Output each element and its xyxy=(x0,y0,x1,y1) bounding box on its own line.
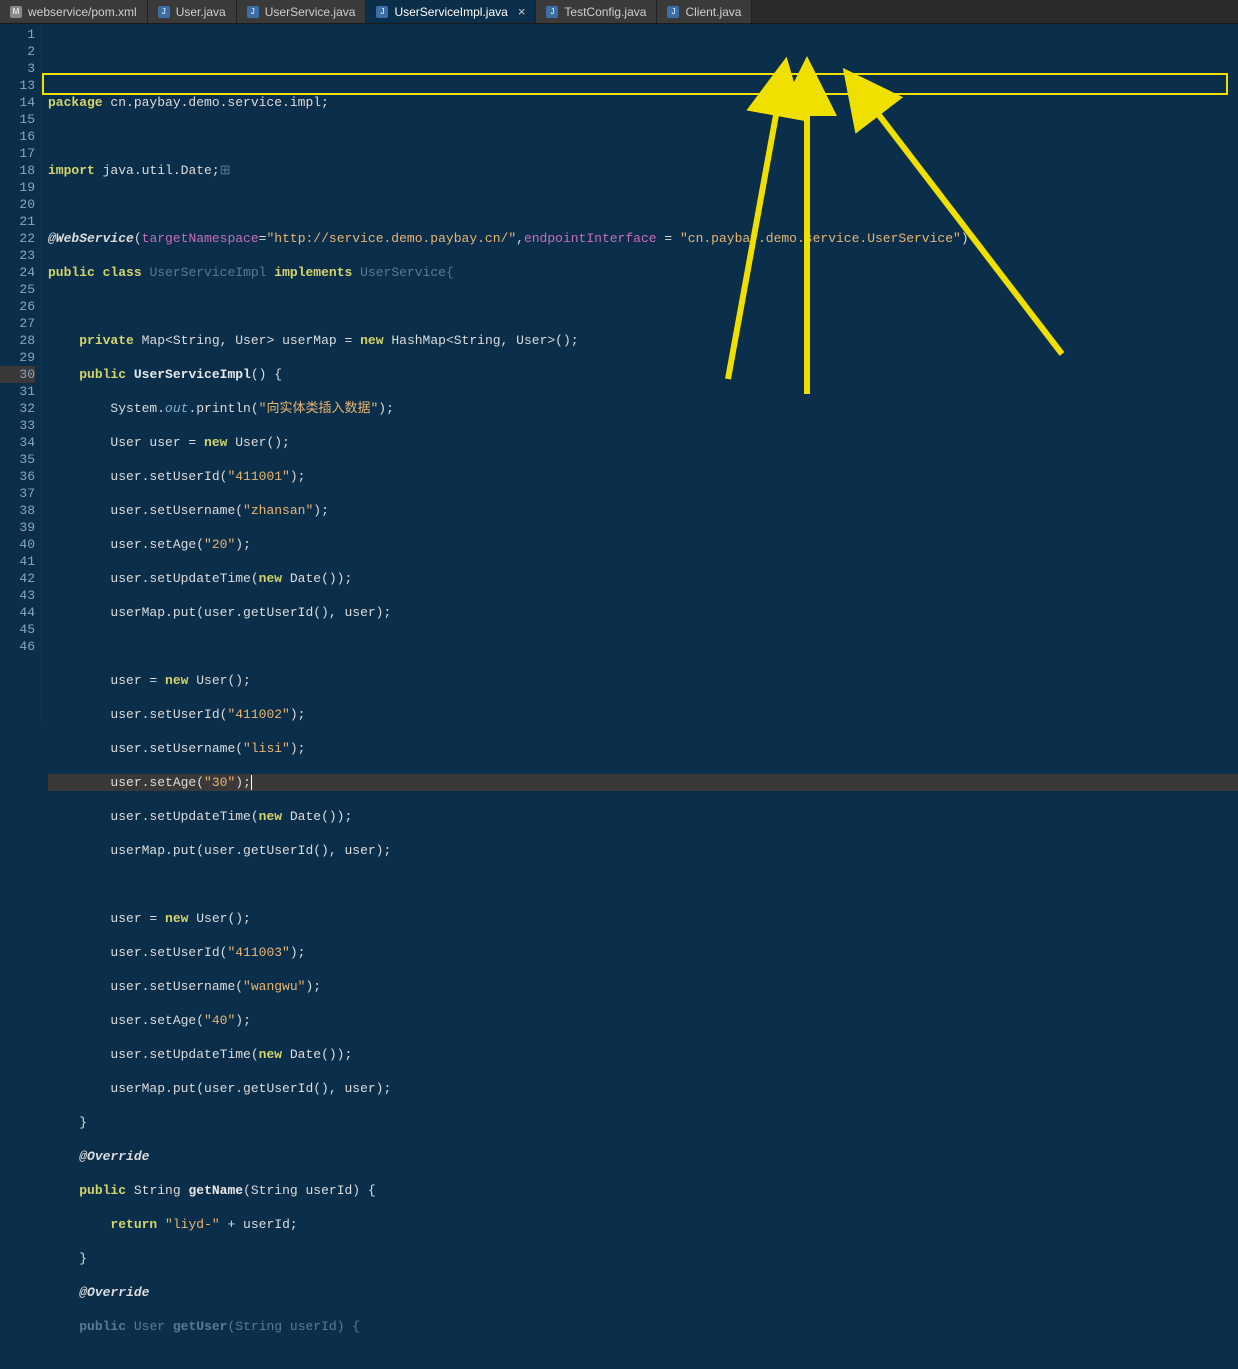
line-gutter: 1231314151617181920212223242526272829303… xyxy=(0,24,42,722)
code-line: System.out.println("向实体类插入数据"); xyxy=(48,400,1238,417)
line-number: 22 xyxy=(0,230,35,247)
tab-label: webservice/pom.xml xyxy=(28,5,137,19)
java-file-icon: J xyxy=(376,6,388,18)
line-number: 41 xyxy=(0,553,35,570)
close-icon[interactable]: × xyxy=(518,4,526,19)
java-file-icon: J xyxy=(158,6,170,18)
code-line: public User getUser(String userId) { xyxy=(48,1318,1238,1335)
code-line: public class UserServiceImpl implements … xyxy=(48,264,1238,281)
line-number: 16 xyxy=(0,128,35,145)
code-line: user.setUsername("wangwu"); xyxy=(48,978,1238,995)
tab-label: TestConfig.java xyxy=(564,5,646,19)
line-number: 34 xyxy=(0,434,35,451)
code-line: user.setUserId("411001"); xyxy=(48,468,1238,485)
editor-tab[interactable]: J TestConfig.java xyxy=(536,0,657,23)
java-file-icon: J xyxy=(546,6,558,18)
editor-tab[interactable]: Mwebservice/pom.xml xyxy=(0,0,148,23)
line-number: 38 xyxy=(0,502,35,519)
code-line: @WebService(targetNamespace="http://serv… xyxy=(48,230,1238,247)
editor-tabs: Mwebservice/pom.xml J User.java J UserServic… xyxy=(0,0,1238,24)
tab-label: UserServiceImpl.java xyxy=(394,5,507,19)
code-line xyxy=(48,196,1238,213)
code-line: @Override xyxy=(48,1148,1238,1165)
line-number: 20 xyxy=(0,196,35,213)
line-number: 3 xyxy=(0,60,35,77)
line-number: 2 xyxy=(0,43,35,60)
tab-label: User.java xyxy=(176,5,226,19)
line-number: 31 xyxy=(0,383,35,400)
line-number: 27 xyxy=(0,315,35,332)
code-line: user.setAge("20"); xyxy=(48,536,1238,553)
code-line: userMap.put(user.getUserId(), user); xyxy=(48,604,1238,621)
line-number: 17 xyxy=(0,145,35,162)
xml-file-icon: M xyxy=(10,6,22,18)
code-line: return "liyd-" + userId; xyxy=(48,1216,1238,1233)
code-line: user.setAge("40"); xyxy=(48,1012,1238,1029)
line-number: 24 xyxy=(0,264,35,281)
tab-label: Client.java xyxy=(685,5,741,19)
line-number: 1 xyxy=(0,26,35,43)
line-number: 35 xyxy=(0,451,35,468)
line-number: 15 xyxy=(0,111,35,128)
line-number: 45 xyxy=(0,621,35,638)
editor-tab[interactable]: J UserServiceImpl.java × xyxy=(366,0,536,23)
line-number: 18 xyxy=(0,162,35,179)
code-line: package cn.paybay.demo.service.impl; xyxy=(48,94,1238,111)
tab-label: UserService.java xyxy=(265,5,356,19)
line-number: 30 xyxy=(0,366,35,383)
code-line xyxy=(48,638,1238,655)
line-number: 39 xyxy=(0,519,35,536)
line-number: 19 xyxy=(0,179,35,196)
editor-tab[interactable]: J UserService.java xyxy=(237,0,367,23)
code-line: @Override xyxy=(48,1284,1238,1301)
line-number: 42 xyxy=(0,570,35,587)
code-line: public UserServiceImpl() { xyxy=(48,366,1238,383)
line-number: 46 xyxy=(0,638,35,655)
line-number: 44 xyxy=(0,604,35,621)
code-line: user.setUpdateTime(new Date()); xyxy=(48,808,1238,825)
code-line xyxy=(48,876,1238,893)
line-number: 32 xyxy=(0,400,35,417)
code-line: user.setUpdateTime(new Date()); xyxy=(48,1046,1238,1063)
editor-tab[interactable]: J Client.java xyxy=(657,0,752,23)
line-number: 26 xyxy=(0,298,35,315)
line-number: 36 xyxy=(0,468,35,485)
editor-tab[interactable]: J User.java xyxy=(148,0,237,23)
code-line: userMap.put(user.getUserId(), user); xyxy=(48,842,1238,859)
code-line: user = new User(); xyxy=(48,672,1238,689)
code-line: userMap.put(user.getUserId(), user); xyxy=(48,1080,1238,1097)
line-number: 37 xyxy=(0,485,35,502)
code-line xyxy=(48,298,1238,315)
code-line: user.setUsername("zhansan"); xyxy=(48,502,1238,519)
code-line: User user = new User(); xyxy=(48,434,1238,451)
code-line: } xyxy=(48,1250,1238,1267)
line-number: 23 xyxy=(0,247,35,264)
line-number: 43 xyxy=(0,587,35,604)
code-area[interactable]: package cn.paybay.demo.service.impl; imp… xyxy=(42,24,1238,722)
code-line: user.setUserId("411002"); xyxy=(48,706,1238,723)
line-number: 14 xyxy=(0,94,35,111)
code-line: user.setUserId("411003"); xyxy=(48,944,1238,961)
line-number: 29 xyxy=(0,349,35,366)
code-line: private Map<String, User> userMap = new … xyxy=(48,332,1238,349)
line-number: 33 xyxy=(0,417,35,434)
line-number: 40 xyxy=(0,536,35,553)
code-line: import java.util.Date;⊞ xyxy=(48,162,1238,179)
code-line-current: user.setAge("30"); xyxy=(48,774,1238,791)
java-file-icon: J xyxy=(247,6,259,18)
line-number: 28 xyxy=(0,332,35,349)
code-line: user = new User(); xyxy=(48,910,1238,927)
line-number: 13 xyxy=(0,77,35,94)
code-editor[interactable]: 1231314151617181920212223242526272829303… xyxy=(0,24,1238,722)
java-file-icon: J xyxy=(667,6,679,18)
code-line: user.setUpdateTime(new Date()); xyxy=(48,570,1238,587)
text-cursor xyxy=(251,775,252,790)
code-line: user.setUsername("lisi"); xyxy=(48,740,1238,757)
line-number: 21 xyxy=(0,213,35,230)
code-line xyxy=(48,128,1238,145)
line-number: 25 xyxy=(0,281,35,298)
annotation-highlight-box xyxy=(42,73,1228,95)
code-line: public String getName(String userId) { xyxy=(48,1182,1238,1199)
code-line: } xyxy=(48,1114,1238,1131)
